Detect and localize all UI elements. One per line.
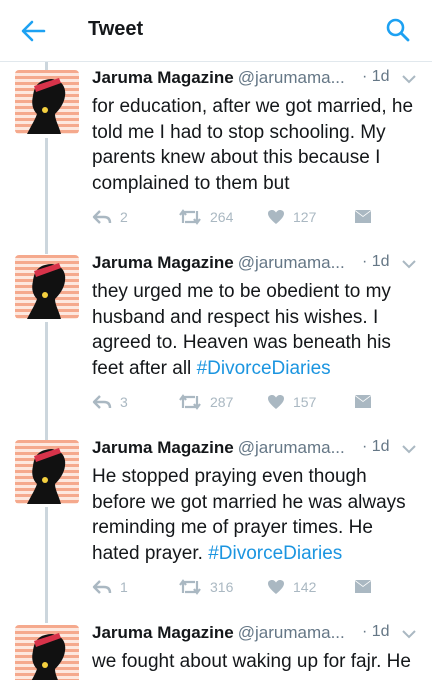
- retweet-count: 287: [210, 394, 234, 410]
- reply-count: 3: [120, 394, 128, 410]
- tweet-text: they urged me to be obedient to my husba…: [92, 281, 391, 379]
- like-button[interactable]: 157: [267, 391, 316, 413]
- reply-button[interactable]: 3: [92, 391, 128, 413]
- tweet[interactable]: Jaruma Magazine @jarumama... · 1d for edu…: [0, 62, 432, 247]
- chevron-down-icon[interactable]: [402, 444, 416, 454]
- avatar[interactable]: [15, 625, 79, 680]
- reply-button[interactable]: 2: [92, 206, 128, 228]
- timestamp: · 1d: [362, 438, 390, 455]
- tweet-text: we fought about waking up for fajr. He: [92, 651, 411, 672]
- tweet-actions: 1 316 142: [92, 576, 392, 598]
- heart-icon: [268, 580, 284, 594]
- chevron-down-icon[interactable]: [402, 629, 416, 639]
- tweet-text: for education, after we got married, he …: [92, 96, 414, 194]
- search-icon[interactable]: [384, 16, 412, 44]
- avatar[interactable]: [15, 440, 79, 504]
- avatar[interactable]: [15, 70, 79, 134]
- retweet-button[interactable]: 316: [178, 576, 233, 598]
- envelope-icon: [355, 580, 371, 593]
- envelope-icon: [355, 395, 371, 408]
- author-handle[interactable]: @jarumama...: [238, 438, 345, 457]
- retweet-count: 316: [210, 579, 234, 595]
- avatar-silhouette-icon: [15, 70, 79, 134]
- reply-icon: [92, 210, 112, 224]
- author-handle[interactable]: @jarumama...: [238, 253, 345, 272]
- retweet-icon: [179, 394, 201, 410]
- reply-icon: [92, 395, 112, 409]
- like-button[interactable]: 127: [267, 206, 316, 228]
- timestamp: · 1d: [362, 253, 390, 270]
- chevron-down-icon[interactable]: [402, 74, 416, 84]
- retweet-button[interactable]: 287: [178, 391, 233, 413]
- reply-icon: [92, 580, 112, 594]
- timestamp: · 1d: [362, 68, 390, 85]
- top-bar: Tweet: [0, 0, 432, 62]
- like-count: 127: [293, 209, 317, 225]
- timestamp: · 1d: [362, 623, 390, 640]
- avatar-silhouette-icon: [15, 255, 79, 319]
- chevron-down-icon[interactable]: [402, 259, 416, 269]
- heart-icon: [268, 210, 284, 224]
- direct-message-button[interactable]: [354, 576, 372, 598]
- reply-count: 2: [120, 209, 128, 225]
- like-button[interactable]: 142: [267, 576, 316, 598]
- author-name[interactable]: Jaruma Magazine: [92, 623, 234, 642]
- hashtag-link[interactable]: #DivorceDiaries: [197, 358, 331, 379]
- author-name[interactable]: Jaruma Magazine: [92, 438, 234, 457]
- tweet-actions: 2 264 127: [92, 206, 392, 228]
- author-name[interactable]: Jaruma Magazine: [92, 68, 234, 87]
- arrow-left-icon[interactable]: [18, 17, 48, 45]
- retweet-count: 264: [210, 209, 234, 225]
- author-handle[interactable]: @jarumama...: [238, 623, 345, 642]
- avatar-silhouette-icon: [15, 625, 79, 680]
- tweet-text: He stopped praying even though before we…: [92, 466, 406, 564]
- reply-count: 1: [120, 579, 128, 595]
- envelope-icon: [355, 210, 371, 223]
- retweet-icon: [179, 209, 201, 225]
- retweet-icon: [179, 579, 201, 595]
- avatar[interactable]: [15, 255, 79, 319]
- direct-message-button[interactable]: [354, 391, 372, 413]
- like-count: 142: [293, 579, 317, 595]
- tweet[interactable]: Jaruma Magazine @jarumama... · 1d we foug…: [0, 617, 432, 680]
- author-handle[interactable]: @jarumama...: [238, 68, 345, 87]
- page-title: Tweet: [88, 18, 144, 40]
- hashtag-link[interactable]: #DivorceDiaries: [208, 543, 342, 564]
- like-count: 157: [293, 394, 317, 410]
- tweet[interactable]: Jaruma Magazine @jarumama... · 1d He stop…: [0, 432, 432, 617]
- avatar-silhouette-icon: [15, 440, 79, 504]
- tweet-thread[interactable]: Jaruma Magazine @jarumama... · 1d for edu…: [0, 62, 432, 680]
- tweet[interactable]: Jaruma Magazine @jarumama... · 1d they ur…: [0, 247, 432, 432]
- heart-icon: [268, 395, 284, 409]
- author-name[interactable]: Jaruma Magazine: [92, 253, 234, 272]
- tweet-actions: 3 287 157: [92, 391, 392, 413]
- retweet-button[interactable]: 264: [178, 206, 233, 228]
- direct-message-button[interactable]: [354, 206, 372, 228]
- reply-button[interactable]: 1: [92, 576, 128, 598]
